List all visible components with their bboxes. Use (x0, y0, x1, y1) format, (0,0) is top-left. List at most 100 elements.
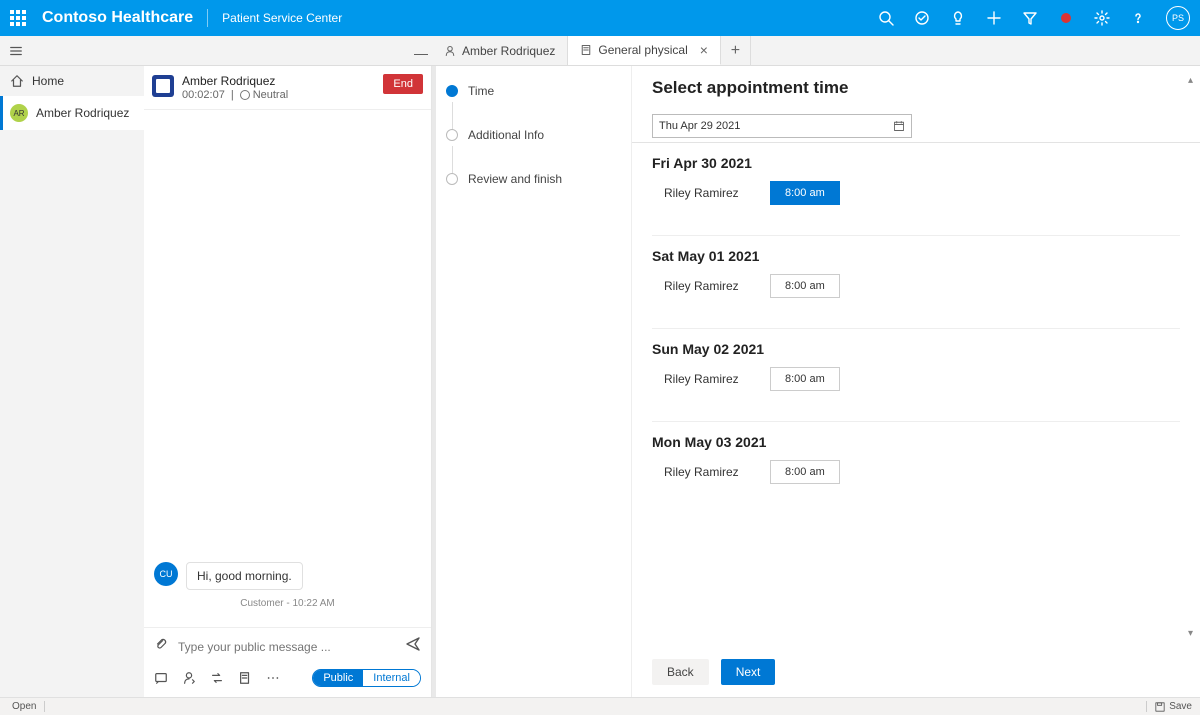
step-dot-icon (446, 85, 458, 97)
left-rail: Home AR Amber Rodriquez (0, 66, 144, 697)
chat-transcript[interactable]: CU Hi, good morning. Customer - 10:22 AM (144, 110, 431, 627)
date-picker-value: Thu Apr 29 2021 (659, 120, 740, 132)
provider-row: Riley Ramirez 8:00 am (652, 181, 1180, 205)
minimize-icon[interactable]: — (414, 45, 428, 65)
visibility-toggle[interactable]: Public Internal (312, 669, 421, 687)
session-card: Amber Rodriquez 00:02:07 | Neutral End (144, 66, 431, 110)
quick-reply-icon[interactable] (154, 671, 168, 685)
plus-icon: + (731, 42, 740, 60)
step-review[interactable]: Review and finish (446, 172, 621, 186)
rail-active-session[interactable]: AR Amber Rodriquez (0, 96, 144, 130)
session-name: Amber Rodriquez (182, 74, 375, 88)
provider-name: Riley Ramirez (664, 372, 750, 386)
filter-icon[interactable] (1022, 10, 1038, 26)
message-input[interactable] (178, 640, 395, 654)
search-icon[interactable] (878, 10, 894, 26)
provider-name: Riley Ramirez (664, 279, 750, 293)
scrollbar[interactable]: ▴ ▾ (1182, 66, 1199, 647)
status-bar: Open Save (0, 697, 1200, 715)
tab-appointment-label: General physical (598, 43, 687, 57)
detail-scroll[interactable]: Select appointment time Thu Apr 29 2021 … (632, 66, 1200, 647)
session-sentiment: Neutral (253, 89, 288, 101)
compose-area: Public Internal (144, 627, 431, 697)
step-additional-label: Additional Info (468, 128, 544, 142)
step-dot-icon (446, 129, 458, 141)
time-slot[interactable]: 8:00 am (770, 367, 840, 391)
next-button[interactable]: Next (721, 659, 776, 685)
brand-title: Contoso Healthcare (42, 9, 193, 27)
session-timer: 00:02:07 (182, 89, 225, 101)
pill-public[interactable]: Public (313, 670, 363, 686)
day-head: Fri Apr 30 2021 (652, 155, 1180, 171)
rail-active-name: Amber Rodriquez (36, 106, 129, 120)
rail-avatar: AR (10, 104, 28, 122)
wizard-footer: Back Next (632, 647, 1200, 697)
step-review-label: Review and finish (468, 172, 562, 186)
calendar-icon (893, 120, 905, 132)
day-block: Mon May 03 2021 Riley Ramirez 8:00 am (652, 422, 1180, 484)
date-picker[interactable]: Thu Apr 29 2021 (652, 114, 912, 138)
consult-icon[interactable] (182, 671, 196, 685)
end-session-button[interactable]: End (383, 74, 423, 94)
topbar-separator (207, 9, 208, 27)
scroll-down-icon[interactable]: ▾ (1182, 625, 1199, 641)
app-topbar: Contoso Healthcare Patient Service Cente… (0, 0, 1200, 36)
save-button[interactable]: Save (1146, 701, 1192, 712)
provider-row: Riley Ramirez 8:00 am (652, 367, 1180, 391)
time-slot[interactable]: 8:00 am (770, 460, 840, 484)
tab-appointment[interactable]: General physical × (568, 36, 721, 65)
day-head: Mon May 03 2021 (652, 434, 1180, 450)
attachment-icon[interactable] (154, 637, 168, 656)
lightbulb-icon[interactable] (950, 10, 966, 26)
transfer-icon[interactable] (210, 671, 224, 685)
tab-patient[interactable]: Amber Rodriquez (432, 36, 568, 65)
add-icon[interactable] (986, 10, 1002, 26)
day-block: Sun May 02 2021 Riley Ramirez 8:00 am (652, 329, 1180, 422)
detail-title: Select appointment time (652, 78, 1180, 98)
close-icon[interactable]: × (700, 43, 708, 57)
form-icon (580, 44, 592, 56)
user-avatar[interactable]: PS (1166, 6, 1190, 30)
provider-row: Riley Ramirez 8:00 am (652, 460, 1180, 484)
chat-message-meta: Customer - 10:22 AM (154, 598, 421, 609)
provider-name: Riley Ramirez (664, 186, 750, 200)
time-slot[interactable]: 8:00 am (770, 181, 840, 205)
time-slot[interactable]: 8:00 am (770, 274, 840, 298)
day-head: Sun May 02 2021 (652, 341, 1180, 357)
tab-patient-label: Amber Rodriquez (462, 44, 555, 58)
provider-row: Riley Ramirez 8:00 am (652, 274, 1180, 298)
person-icon (444, 45, 456, 57)
sentiment-face-icon (240, 90, 250, 100)
rail-home[interactable]: Home (0, 66, 144, 96)
record-icon[interactable] (1058, 10, 1074, 26)
wizard-steps: Time Additional Info Review and finish (432, 66, 632, 697)
chat-channel-icon (152, 75, 174, 97)
gear-icon[interactable] (1094, 10, 1110, 26)
send-icon[interactable] (405, 636, 421, 657)
pill-internal[interactable]: Internal (363, 670, 420, 686)
session-tab-row: — Amber Rodriquez General physical × + (0, 36, 1200, 66)
provider-name: Riley Ramirez (664, 465, 750, 479)
customer-avatar: CU (154, 562, 178, 586)
appointment-detail-panel: Select appointment time Thu Apr 29 2021 … (632, 66, 1200, 697)
task-check-icon[interactable] (914, 10, 930, 26)
waffle-icon[interactable] (10, 10, 26, 26)
notes-icon[interactable] (238, 671, 252, 685)
day-head: Sat May 01 2021 (652, 248, 1180, 264)
save-label: Save (1169, 701, 1192, 712)
back-button[interactable]: Back (652, 659, 709, 685)
status-state: Open (8, 701, 45, 712)
help-icon[interactable] (1130, 10, 1146, 26)
home-icon (10, 74, 24, 88)
step-additional-info[interactable]: Additional Info (446, 128, 621, 142)
day-block: Sat May 01 2021 Riley Ramirez 8:00 am (652, 236, 1180, 329)
app-subtitle: Patient Service Center (222, 11, 342, 25)
scroll-up-icon[interactable]: ▴ (1182, 72, 1199, 88)
chat-message: Hi, good morning. (186, 562, 303, 590)
nav-toggle[interactable] (0, 36, 32, 65)
new-tab-button[interactable]: + (721, 36, 751, 65)
session-column: Amber Rodriquez 00:02:07 | Neutral End C… (144, 66, 432, 697)
rail-home-label: Home (32, 74, 64, 88)
step-time[interactable]: Time (446, 84, 621, 98)
more-icon[interactable] (266, 671, 280, 685)
